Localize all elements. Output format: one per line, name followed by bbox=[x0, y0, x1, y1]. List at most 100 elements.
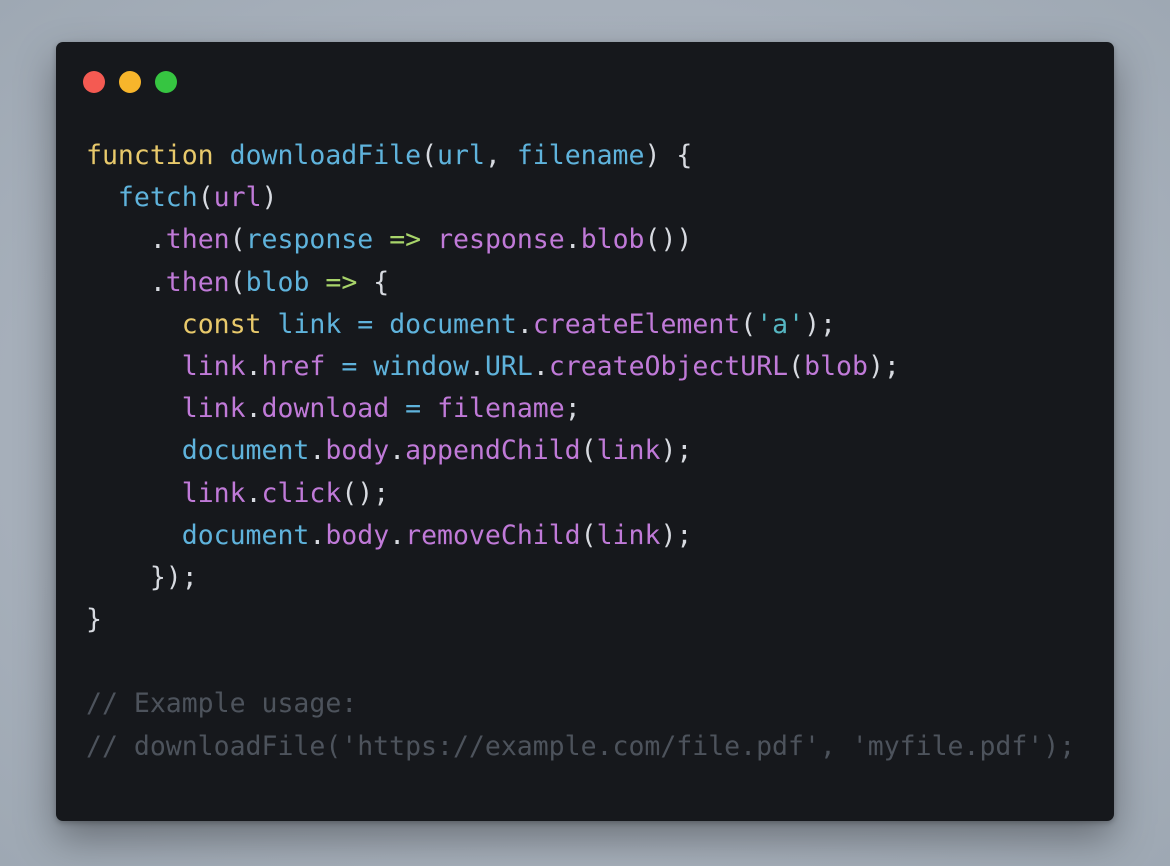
code-token-plain: , bbox=[484, 140, 517, 171]
code-token-function: = bbox=[405, 393, 422, 425]
code-token-function: fetch bbox=[117, 182, 198, 214]
code-token-function: downloadFile bbox=[229, 140, 422, 171]
code-token-plain: (); bbox=[341, 477, 390, 509]
code-line: function downloadFile(url, filename) { bbox=[86, 135, 1075, 177]
code-token-function: url bbox=[437, 140, 485, 171]
code-token-plain: ( bbox=[788, 350, 805, 382]
code-token-function: document bbox=[181, 519, 310, 551]
code-token-plain: . bbox=[245, 393, 262, 425]
code-token-property: appendChild bbox=[405, 435, 581, 467]
code-line: .then(response => response.blob()) bbox=[86, 219, 1075, 261]
code-token-function: URL bbox=[484, 350, 533, 382]
code-token-property: blob bbox=[580, 224, 645, 256]
code-token-property: href bbox=[261, 350, 326, 382]
code-token-plain: ( bbox=[197, 182, 214, 214]
code-token-plain: ( bbox=[580, 435, 597, 467]
code-line: link.href = window.URL.createObjectURL(b… bbox=[86, 346, 1075, 388]
code-token-plain: ()) bbox=[644, 224, 693, 256]
code-token-plain: ; bbox=[564, 393, 581, 425]
code-token-function: response bbox=[245, 224, 374, 256]
code-line: }); bbox=[86, 557, 1075, 599]
code-token-property: body bbox=[325, 435, 390, 467]
code-token-plain: ) { bbox=[644, 140, 693, 171]
code-token-function: window bbox=[373, 350, 469, 382]
code-token-plain: ( bbox=[229, 266, 246, 298]
code-token-plain: ); bbox=[660, 435, 693, 467]
code-token-function: link bbox=[277, 308, 342, 340]
code-token-property: filename bbox=[437, 393, 565, 425]
code-token-property: link bbox=[181, 477, 246, 509]
code-token-property: removeChild bbox=[405, 519, 581, 551]
code-token-function: filename bbox=[516, 140, 645, 171]
code-token-property: then bbox=[165, 224, 230, 256]
code-token-plain: . bbox=[564, 224, 581, 256]
code-token-property: createObjectURL bbox=[548, 350, 789, 382]
code-token-plain: . bbox=[532, 350, 549, 382]
code-token-plain: } bbox=[86, 604, 102, 636]
code-token-plain: ); bbox=[804, 308, 837, 340]
code-token-function: document bbox=[389, 308, 517, 340]
code-token-plain: . bbox=[86, 224, 166, 256]
maximize-dot-icon[interactable] bbox=[155, 71, 177, 93]
code-token-property: blob bbox=[804, 350, 868, 382]
close-dot-icon[interactable] bbox=[83, 71, 105, 93]
code-token-comment: // Example usage: bbox=[86, 688, 358, 720]
code-token-property: then bbox=[165, 266, 230, 298]
code-token-property: download bbox=[261, 393, 390, 425]
code-line: // downloadFile('https://example.com/fil… bbox=[86, 726, 1075, 768]
code-line: } bbox=[86, 599, 1075, 641]
code-line: .then(blob => { bbox=[86, 262, 1075, 304]
code-token-function: document bbox=[181, 435, 310, 467]
code-token-property: body bbox=[325, 519, 390, 551]
code-token-plain: ( bbox=[580, 519, 597, 551]
minimize-dot-icon[interactable] bbox=[119, 71, 141, 93]
code-token-function: blob bbox=[245, 266, 310, 298]
code-token-plain: . bbox=[469, 350, 485, 382]
code-token-keyword: function bbox=[86, 140, 214, 171]
code-token-string: 'a' bbox=[756, 308, 805, 340]
window-controls bbox=[83, 71, 177, 93]
code-token-plain: }); bbox=[86, 561, 198, 593]
code-token-property: url bbox=[213, 182, 262, 214]
code-token-plain: . bbox=[309, 519, 326, 551]
code-token-plain: ( bbox=[740, 308, 757, 340]
code-token-function: = bbox=[341, 350, 358, 382]
code-token-plain: . bbox=[245, 350, 262, 382]
code-token-property: click bbox=[261, 477, 342, 509]
code-token-keyword: const bbox=[181, 308, 262, 340]
code-token-property: link bbox=[181, 393, 246, 425]
code-token-property: createElement bbox=[532, 308, 741, 340]
code-line: // Example usage: bbox=[86, 683, 1075, 725]
code-line: link.download = filename; bbox=[86, 388, 1075, 430]
code-token-property: link bbox=[596, 435, 661, 467]
code-token-arrow: => bbox=[325, 266, 358, 298]
code-token-function: = bbox=[357, 308, 374, 340]
code-token-arrow: => bbox=[389, 224, 422, 256]
code-token-property: link bbox=[596, 519, 661, 551]
code-token-comment: // downloadFile('https://example.com/fil… bbox=[86, 730, 1076, 762]
code-token-plain: { bbox=[357, 266, 390, 298]
code-token-property: link bbox=[181, 350, 246, 382]
code-line: const link = document.createElement('a')… bbox=[86, 304, 1075, 346]
code-token-plain: . bbox=[245, 477, 262, 509]
code-line: link.click(); bbox=[86, 473, 1075, 515]
code-token-plain: ( bbox=[229, 224, 246, 256]
code-block: function downloadFile(url, filename) { f… bbox=[86, 135, 1075, 768]
code-token-plain: ); bbox=[867, 350, 900, 382]
